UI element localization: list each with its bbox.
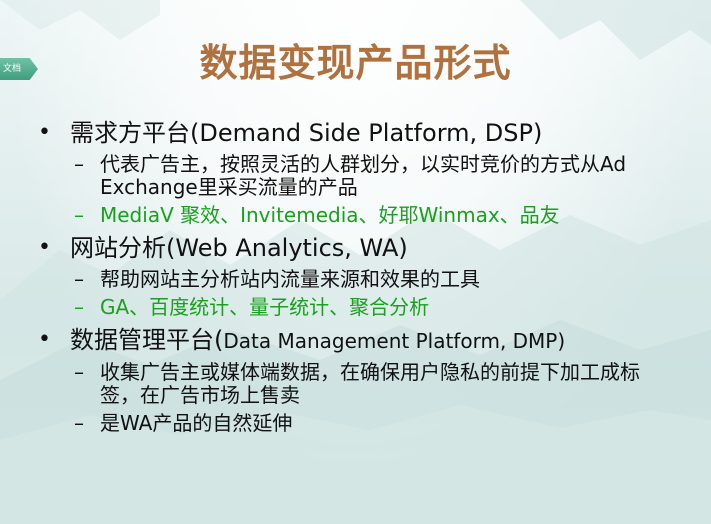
bullet-dmp: • 数据管理平台(Data Management Platform, DMP): [38, 325, 698, 356]
slide-content: • 需求方平台(Demand Side Platform, DSP) – 代表广…: [38, 112, 698, 435]
bullet-wa-text: 网站分析(Web Analytics, WA): [70, 234, 408, 262]
sub-bullet-wa-desc: – 帮助网站主分析站内流量来源和效果的工具: [74, 268, 698, 291]
bullet-dot: •: [38, 120, 51, 145]
sub-bullet-text: MediaV 聚效、Invitemedia、好耶Winmax、品友: [100, 203, 560, 227]
bullet-dsp-text: 需求方平台(Demand Side Platform, DSP): [70, 119, 543, 147]
sub-bullet-text: 收集广告主或媒体端数据，在确保用户隐私的前提下加工成标签，在广告市场上售卖: [100, 360, 640, 407]
sub-bullet-dsp-desc: – 代表广告主，按照灵活的人群划分，以实时竞价的方式从Ad Exchange里采…: [74, 153, 698, 199]
bullet-dsp: • 需求方平台(Demand Side Platform, DSP): [38, 118, 698, 148]
slide-title: 数据变现产品形式: [199, 41, 512, 85]
dash-marker: –: [74, 152, 84, 176]
sub-bullet-dsp-examples: – MediaV 聚效、Invitemedia、好耶Winmax、品友: [74, 204, 698, 227]
bullet-dot: •: [38, 235, 51, 260]
dash-marker: –: [74, 360, 84, 384]
bullet-wa: • 网站分析(Web Analytics, WA): [38, 233, 698, 263]
sub-bullet-dmp-desc: – 收集广告主或媒体端数据，在确保用户隐私的前提下加工成标签，在广告市场上售卖: [74, 361, 698, 407]
bullet-dmp-text: 数据管理平台(Data Management Platform, DMP): [70, 326, 566, 354]
sub-bullet-text: 帮助网站主分析站内流量来源和效果的工具: [100, 267, 480, 291]
dash-marker: –: [74, 267, 84, 291]
bullet-dot: •: [38, 327, 51, 352]
sub-bullet-wa-examples: – GA、百度统计、量子统计、聚合分析: [74, 296, 698, 319]
sub-bullet-text: 是WA产品的自然延伸: [100, 411, 293, 435]
dash-marker: –: [74, 295, 84, 319]
dash-marker: –: [74, 203, 84, 227]
sub-bullet-text: GA、百度统计、量子统计、聚合分析: [100, 295, 430, 319]
sub-bullet-text: 代表广告主，按照灵活的人群划分，以实时竞价的方式从Ad Exchange里采买流…: [100, 152, 627, 199]
sub-bullet-dmp-extension: – 是WA产品的自然延伸: [74, 412, 698, 435]
dash-marker: –: [74, 411, 84, 435]
